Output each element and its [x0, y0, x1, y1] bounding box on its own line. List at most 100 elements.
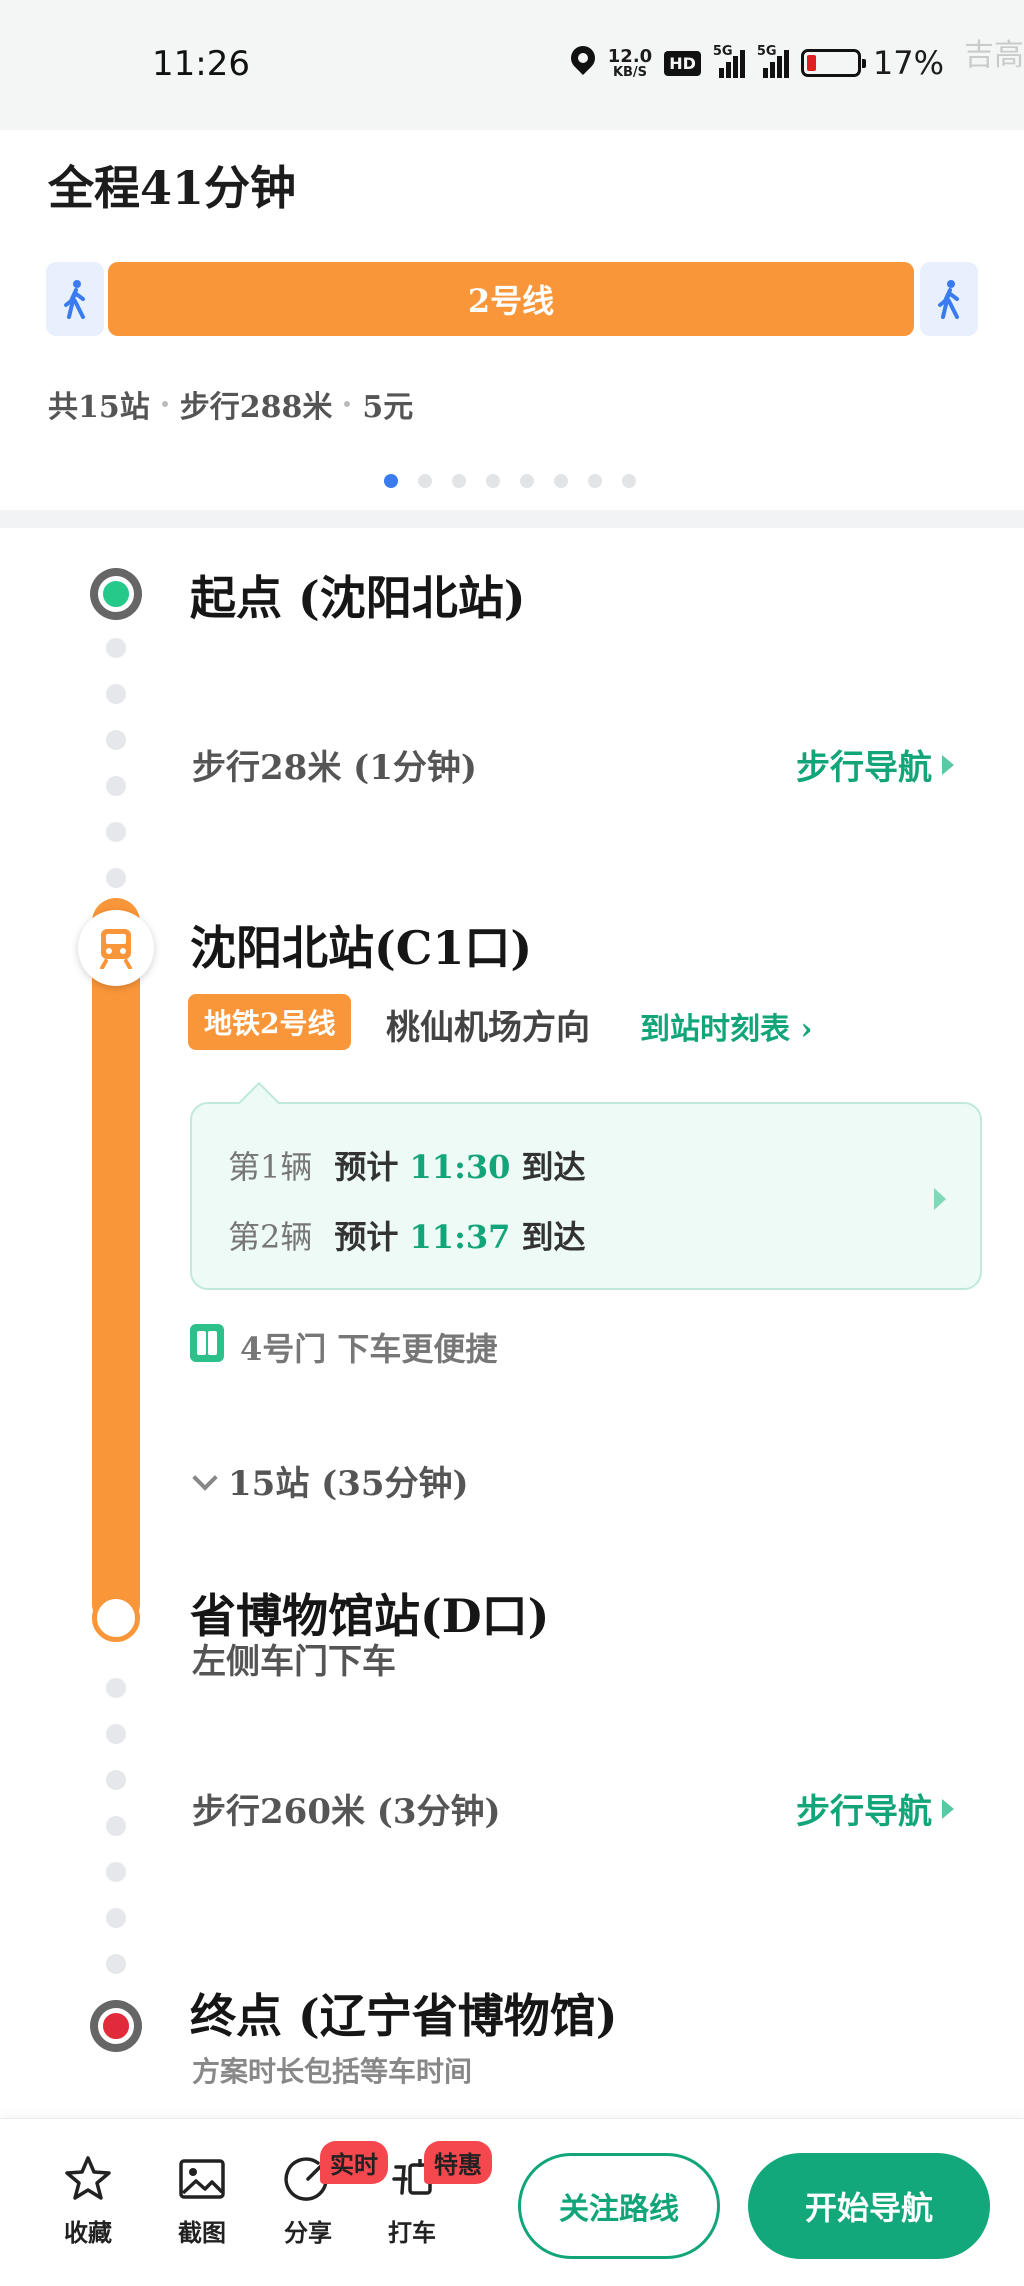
train-number: 第1辆	[228, 1148, 313, 1186]
network-speed-unit: KB/S	[612, 64, 648, 80]
stops-summary: 15站 (35分钟)	[228, 1464, 469, 1504]
metro-line-segment: 2号线	[108, 262, 914, 336]
signal-icon-1: 5G	[713, 44, 745, 78]
page-dot[interactable]	[486, 474, 500, 488]
taxi-button[interactable]: 打车 特惠	[372, 2141, 492, 2248]
fare: 5元	[362, 390, 414, 425]
page-dot[interactable]	[554, 474, 568, 488]
share-button[interactable]: 分享 实时	[268, 2141, 388, 2248]
collect-label: 收藏	[64, 2218, 112, 2247]
status-time: 11:26	[152, 44, 250, 84]
boarding-station: 沈阳北站(C1口)	[190, 921, 533, 975]
arrival-suffix: 到达	[521, 1148, 586, 1186]
walk-dot	[106, 1724, 126, 1744]
estimate-label: 预计	[334, 1218, 399, 1256]
chevron-down-icon	[192, 1464, 218, 1491]
walk-dot	[106, 1816, 126, 1836]
network-speed-value: 12.0	[607, 45, 653, 67]
walk-dot	[106, 1862, 126, 1882]
page-dot-active[interactable]	[384, 474, 398, 488]
page-dot[interactable]	[622, 474, 636, 488]
arrival-card[interactable]: 第1辆 预计 11:30 到达 第2辆 预计 11:37 到达	[190, 1102, 982, 1290]
image-icon	[179, 2159, 225, 2199]
walk-dot	[106, 1770, 126, 1790]
status-bar: 11:26 12.0 KB/S HD 5G 5G 17% 吉高	[0, 0, 1024, 130]
walk-dot	[106, 822, 126, 842]
star-icon	[65, 2156, 111, 2200]
walk-dot	[106, 1678, 126, 1698]
walk-dot	[106, 1908, 126, 1928]
watermark: 吉高	[964, 38, 1024, 73]
end-note: 方案时长包括等车时间	[192, 2055, 473, 2088]
battery-icon	[800, 49, 866, 77]
screenshot-label: 截图	[178, 2218, 226, 2247]
route-summary[interactable]: 全程41分钟 2号线 共15站 步行288米 5元	[0, 130, 1024, 510]
route-detail-screen: 11:26 12.0 KB/S HD 5G 5G 17% 吉高 全程41分钟 2…	[0, 0, 1024, 2286]
arrival-time: 11:37	[409, 1218, 511, 1256]
screenshot-button[interactable]: 截图	[162, 2153, 242, 2248]
page-dot[interactable]	[588, 474, 602, 488]
alight-side: 左侧车门下车	[192, 1642, 396, 1682]
walk-nav-label: 步行导航	[796, 748, 932, 788]
walk-segment-2: 步行260米 (3分钟)	[192, 1792, 501, 1832]
estimate-label: 预计	[334, 1148, 399, 1186]
walk-icon	[920, 262, 978, 336]
section-divider	[0, 510, 1024, 528]
walk-dot	[106, 776, 126, 796]
play-arrow-icon	[942, 754, 954, 775]
metro-icon	[78, 910, 154, 986]
page-dot[interactable]	[418, 474, 432, 488]
location-icon	[570, 46, 596, 80]
share-label: 分享	[284, 2218, 332, 2247]
page-dot[interactable]	[520, 474, 534, 488]
total-duration: 全程41分钟	[48, 161, 297, 215]
end-title: 终点 (辽宁省博物馆)	[190, 1989, 618, 2043]
hd-voice-icon: HD	[664, 50, 701, 76]
metro-line-track	[92, 898, 140, 1628]
page-indicator[interactable]	[384, 474, 636, 488]
stops-expand-toggle[interactable]: 15站 (35分钟)	[192, 1456, 469, 1505]
arrival-time: 11:30	[409, 1148, 511, 1186]
start-marker-icon	[90, 568, 142, 620]
arrival-suffix: 到达	[521, 1218, 586, 1256]
bottom-action-bar: 收藏 截图 分享 实时 打车 特惠 关注路线 开始导航	[0, 2118, 1024, 2286]
separator-dot	[344, 401, 351, 407]
status-icons: 12.0 KB/S HD 5G 5G 17%	[570, 44, 944, 82]
start-title: 起点 (沈阳北站)	[190, 571, 526, 625]
alight-marker-icon	[92, 1594, 140, 1642]
route-segments-bar: 2号线	[46, 262, 978, 336]
walk-segment-1: 步行28米 (1分钟)	[192, 748, 477, 788]
signal-label-2: 5G	[756, 44, 777, 59]
expand-arrow-icon[interactable]	[934, 1188, 946, 1210]
start-navigation-button[interactable]: 开始导航	[748, 2153, 990, 2259]
walk-dot	[106, 684, 126, 704]
train-door-icon	[190, 1324, 224, 1362]
walk-nav-button-2[interactable]: 步行导航	[796, 1784, 954, 1833]
walk-dot	[106, 730, 126, 750]
walk-nav-button-1[interactable]: 步行导航	[796, 740, 954, 789]
walk-nav-label: 步行导航	[796, 1792, 932, 1832]
collect-button[interactable]: 收藏	[48, 2153, 128, 2248]
walk-distance: 步行288米	[179, 390, 333, 425]
page-dot[interactable]	[452, 474, 466, 488]
walk-dot	[106, 1954, 126, 1974]
follow-route-button[interactable]: 关注路线	[518, 2153, 720, 2259]
walk-dot	[106, 638, 126, 658]
battery-percent: 17%	[872, 44, 944, 82]
separator-dot	[161, 401, 168, 407]
signal-icon-2: 5G	[757, 44, 789, 78]
metro-line-badge: 地铁2号线	[188, 994, 352, 1050]
signal-label-1: 5G	[712, 44, 733, 59]
taxi-label: 打车	[388, 2218, 436, 2247]
timetable-link[interactable]: 到站时刻表 ›	[640, 1004, 812, 1048]
play-arrow-icon	[942, 1798, 954, 1819]
arrival-row: 第1辆 预计 11:30 到达	[228, 1142, 586, 1188]
door-tip: 4号门 下车更便捷	[240, 1330, 498, 1368]
route-meta: 共15站 步行288米 5元	[48, 382, 413, 426]
walk-dot	[106, 868, 126, 888]
train-number: 第2辆	[228, 1218, 313, 1256]
direction-text: 桃仙机场方向	[386, 1008, 590, 1048]
arrival-row: 第2辆 预计 11:37 到达	[228, 1212, 586, 1258]
end-marker-icon	[90, 2000, 142, 2052]
walk-icon	[46, 262, 104, 336]
